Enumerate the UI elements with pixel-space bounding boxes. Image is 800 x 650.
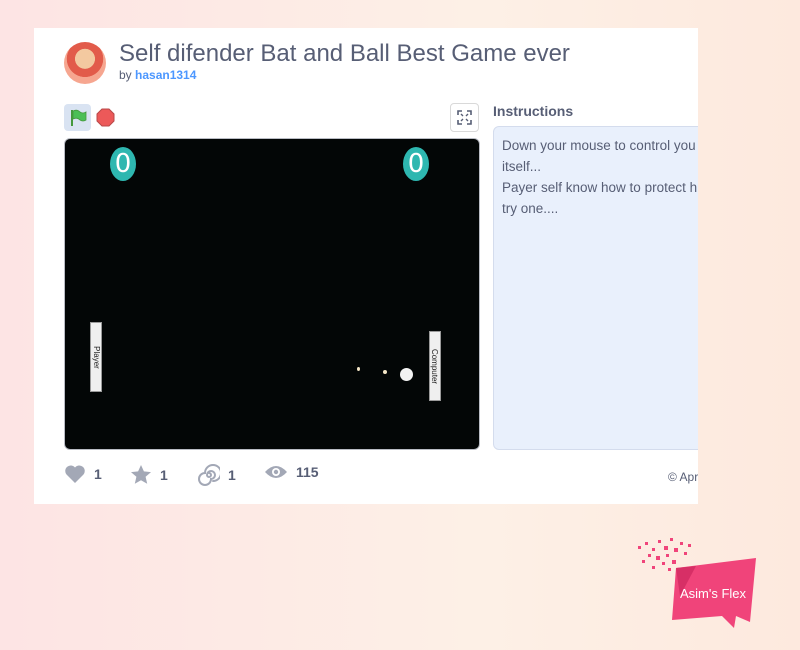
green-flag-icon xyxy=(70,109,86,126)
ball-trail xyxy=(357,367,360,371)
watermark-text: Asim's Flex xyxy=(680,586,747,601)
stop-button[interactable] xyxy=(96,108,115,127)
green-flag-button[interactable] xyxy=(64,104,91,131)
player-score: 0 xyxy=(110,147,136,181)
game-stage[interactable]: 0 0 Player Computer xyxy=(64,138,480,450)
remix-count: 1 xyxy=(228,467,236,483)
fullscreen-icon xyxy=(457,110,472,125)
favorite-stat[interactable]: 1 xyxy=(130,464,168,485)
computer-score: 0 xyxy=(403,147,429,181)
by-label: by xyxy=(119,68,132,82)
ball xyxy=(400,368,413,381)
favorite-count: 1 xyxy=(160,466,168,483)
instructions-line: try one.... xyxy=(502,201,559,216)
computer-paddle-label: Computer xyxy=(430,348,440,384)
heart-icon xyxy=(65,465,85,483)
project-card: Self difender Bat and Ball Best Game eve… xyxy=(34,28,698,504)
instructions-line: Payer self know how to protect h xyxy=(502,180,698,195)
player-paddle-label: Player xyxy=(91,345,101,369)
asims-flex-logo xyxy=(638,538,756,628)
player-paddle: Player xyxy=(90,322,102,392)
instructions-line: Down your mouse to control you xyxy=(502,138,696,153)
computer-paddle: Computer xyxy=(429,331,441,401)
eye-icon xyxy=(265,466,287,478)
love-stat[interactable]: 1 xyxy=(64,464,102,484)
share-date: © Apr xyxy=(668,470,698,484)
love-count: 1 xyxy=(94,466,102,482)
stop-sign-icon xyxy=(96,108,115,127)
author-avatar[interactable] xyxy=(64,42,106,84)
byline: by hasan1314 xyxy=(119,68,196,82)
remix-spiral-icon xyxy=(198,464,220,486)
views-count: 115 xyxy=(296,464,319,480)
star-icon xyxy=(131,465,151,484)
instructions-line: itself... xyxy=(502,159,542,174)
views-stat: 115 xyxy=(264,464,319,480)
author-link[interactable]: hasan1314 xyxy=(135,68,196,82)
fullscreen-button[interactable] xyxy=(450,103,479,132)
ball-trail xyxy=(383,370,387,374)
remix-stat: 1 xyxy=(198,464,236,486)
project-title: Self difender Bat and Ball Best Game eve… xyxy=(119,40,570,67)
instructions-box: Down your mouse to control you itself...… xyxy=(493,126,698,450)
instructions-heading: Instructions xyxy=(493,103,574,119)
